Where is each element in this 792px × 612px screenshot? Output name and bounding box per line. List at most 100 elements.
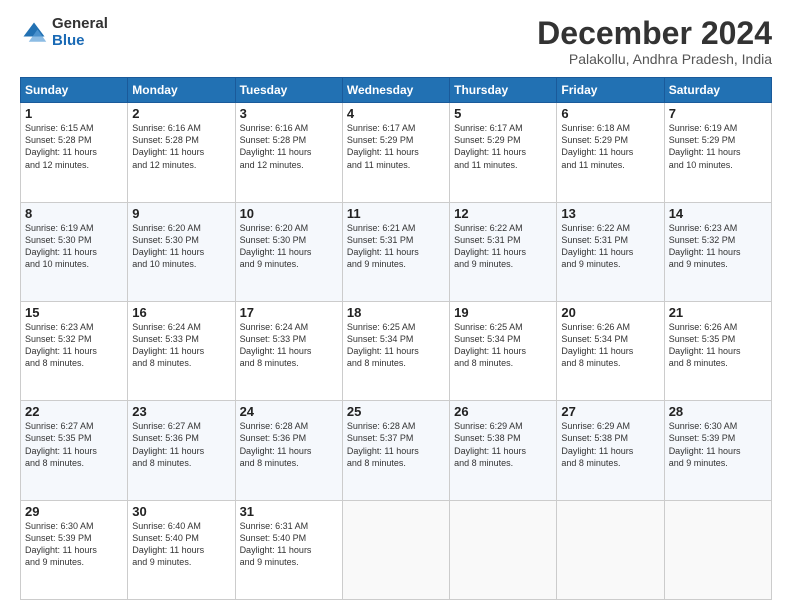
- cell-info: Sunset: 5:29 PM: [561, 134, 659, 146]
- day-number: 21: [669, 305, 767, 320]
- cell-info: Sunrise: 6:20 AM: [132, 222, 230, 234]
- col-header-saturday: Saturday: [664, 78, 771, 103]
- cell-info: and 12 minutes.: [25, 159, 123, 171]
- calendar-cell: 7Sunrise: 6:19 AMSunset: 5:29 PMDaylight…: [664, 103, 771, 202]
- cell-info: Sunset: 5:36 PM: [240, 432, 338, 444]
- day-number: 1: [25, 106, 123, 121]
- calendar: SundayMondayTuesdayWednesdayThursdayFrid…: [20, 77, 772, 600]
- cell-info: and 9 minutes.: [25, 556, 123, 568]
- cell-info: and 9 minutes.: [669, 258, 767, 270]
- cell-info: Sunrise: 6:19 AM: [25, 222, 123, 234]
- day-number: 12: [454, 206, 552, 221]
- day-number: 19: [454, 305, 552, 320]
- week-row-5: 29Sunrise: 6:30 AMSunset: 5:39 PMDayligh…: [21, 500, 772, 599]
- day-number: 28: [669, 404, 767, 419]
- cell-info: and 10 minutes.: [132, 258, 230, 270]
- col-header-thursday: Thursday: [450, 78, 557, 103]
- cell-info: Sunset: 5:30 PM: [132, 234, 230, 246]
- cell-info: Sunset: 5:32 PM: [669, 234, 767, 246]
- calendar-cell: 12Sunrise: 6:22 AMSunset: 5:31 PMDayligh…: [450, 202, 557, 301]
- cell-info: and 8 minutes.: [347, 457, 445, 469]
- cell-info: and 9 minutes.: [347, 258, 445, 270]
- col-header-monday: Monday: [128, 78, 235, 103]
- calendar-cell: 18Sunrise: 6:25 AMSunset: 5:34 PMDayligh…: [342, 301, 449, 400]
- cell-info: Sunset: 5:31 PM: [561, 234, 659, 246]
- day-number: 4: [347, 106, 445, 121]
- calendar-cell: 26Sunrise: 6:29 AMSunset: 5:38 PMDayligh…: [450, 401, 557, 500]
- col-header-tuesday: Tuesday: [235, 78, 342, 103]
- cell-info: Daylight: 11 hours: [561, 345, 659, 357]
- cell-info: and 9 minutes.: [240, 258, 338, 270]
- cell-info: Sunrise: 6:28 AM: [347, 420, 445, 432]
- calendar-cell: 27Sunrise: 6:29 AMSunset: 5:38 PMDayligh…: [557, 401, 664, 500]
- cell-info: and 10 minutes.: [25, 258, 123, 270]
- calendar-cell: 25Sunrise: 6:28 AMSunset: 5:37 PMDayligh…: [342, 401, 449, 500]
- calendar-cell: 15Sunrise: 6:23 AMSunset: 5:32 PMDayligh…: [21, 301, 128, 400]
- calendar-cell: 31Sunrise: 6:31 AMSunset: 5:40 PMDayligh…: [235, 500, 342, 599]
- calendar-cell: 5Sunrise: 6:17 AMSunset: 5:29 PMDaylight…: [450, 103, 557, 202]
- cell-info: Sunset: 5:35 PM: [669, 333, 767, 345]
- cell-info: and 8 minutes.: [25, 357, 123, 369]
- location: Palakollu, Andhra Pradesh, India: [537, 51, 772, 67]
- calendar-cell: 1Sunrise: 6:15 AMSunset: 5:28 PMDaylight…: [21, 103, 128, 202]
- page: General Blue December 2024 Palakollu, An…: [0, 0, 792, 612]
- day-number: 25: [347, 404, 445, 419]
- cell-info: and 11 minutes.: [454, 159, 552, 171]
- cell-info: and 11 minutes.: [561, 159, 659, 171]
- day-number: 11: [347, 206, 445, 221]
- day-number: 22: [25, 404, 123, 419]
- logo-general: General: [52, 16, 108, 33]
- day-number: 27: [561, 404, 659, 419]
- cell-info: Sunrise: 6:20 AM: [240, 222, 338, 234]
- cell-info: and 8 minutes.: [132, 457, 230, 469]
- cell-info: and 11 minutes.: [347, 159, 445, 171]
- cell-info: and 8 minutes.: [240, 457, 338, 469]
- cell-info: Daylight: 11 hours: [132, 246, 230, 258]
- cell-info: Sunrise: 6:28 AM: [240, 420, 338, 432]
- col-header-wednesday: Wednesday: [342, 78, 449, 103]
- cell-info: Sunrise: 6:24 AM: [240, 321, 338, 333]
- cell-info: Sunrise: 6:27 AM: [25, 420, 123, 432]
- day-number: 3: [240, 106, 338, 121]
- cell-info: Sunset: 5:34 PM: [347, 333, 445, 345]
- cell-info: Daylight: 11 hours: [132, 345, 230, 357]
- cell-info: Daylight: 11 hours: [132, 544, 230, 556]
- cell-info: Daylight: 11 hours: [347, 246, 445, 258]
- logo-icon: [20, 19, 48, 47]
- cell-info: Sunset: 5:33 PM: [240, 333, 338, 345]
- cell-info: Sunset: 5:36 PM: [132, 432, 230, 444]
- day-number: 30: [132, 504, 230, 519]
- cell-info: Sunrise: 6:23 AM: [669, 222, 767, 234]
- cell-info: Sunset: 5:37 PM: [347, 432, 445, 444]
- cell-info: Sunset: 5:39 PM: [669, 432, 767, 444]
- day-number: 23: [132, 404, 230, 419]
- calendar-cell: 24Sunrise: 6:28 AMSunset: 5:36 PMDayligh…: [235, 401, 342, 500]
- cell-info: Sunrise: 6:26 AM: [561, 321, 659, 333]
- cell-info: and 8 minutes.: [669, 357, 767, 369]
- calendar-cell: 11Sunrise: 6:21 AMSunset: 5:31 PMDayligh…: [342, 202, 449, 301]
- header: General Blue December 2024 Palakollu, An…: [20, 16, 772, 67]
- day-number: 31: [240, 504, 338, 519]
- cell-info: Sunset: 5:29 PM: [454, 134, 552, 146]
- day-number: 10: [240, 206, 338, 221]
- cell-info: Daylight: 11 hours: [347, 146, 445, 158]
- cell-info: and 9 minutes.: [132, 556, 230, 568]
- cell-info: Daylight: 11 hours: [347, 345, 445, 357]
- cell-info: Sunrise: 6:19 AM: [669, 122, 767, 134]
- cell-info: Sunrise: 6:23 AM: [25, 321, 123, 333]
- day-number: 16: [132, 305, 230, 320]
- calendar-cell: 4Sunrise: 6:17 AMSunset: 5:29 PMDaylight…: [342, 103, 449, 202]
- calendar-cell: 6Sunrise: 6:18 AMSunset: 5:29 PMDaylight…: [557, 103, 664, 202]
- day-number: 9: [132, 206, 230, 221]
- calendar-cell: 8Sunrise: 6:19 AMSunset: 5:30 PMDaylight…: [21, 202, 128, 301]
- day-number: 24: [240, 404, 338, 419]
- calendar-cell: 19Sunrise: 6:25 AMSunset: 5:34 PMDayligh…: [450, 301, 557, 400]
- cell-info: Sunset: 5:38 PM: [454, 432, 552, 444]
- cell-info: Daylight: 11 hours: [561, 146, 659, 158]
- calendar-cell: 17Sunrise: 6:24 AMSunset: 5:33 PMDayligh…: [235, 301, 342, 400]
- cell-info: Sunset: 5:28 PM: [240, 134, 338, 146]
- cell-info: Sunset: 5:28 PM: [132, 134, 230, 146]
- cell-info: Sunset: 5:40 PM: [132, 532, 230, 544]
- cell-info: and 9 minutes.: [669, 457, 767, 469]
- cell-info: and 9 minutes.: [240, 556, 338, 568]
